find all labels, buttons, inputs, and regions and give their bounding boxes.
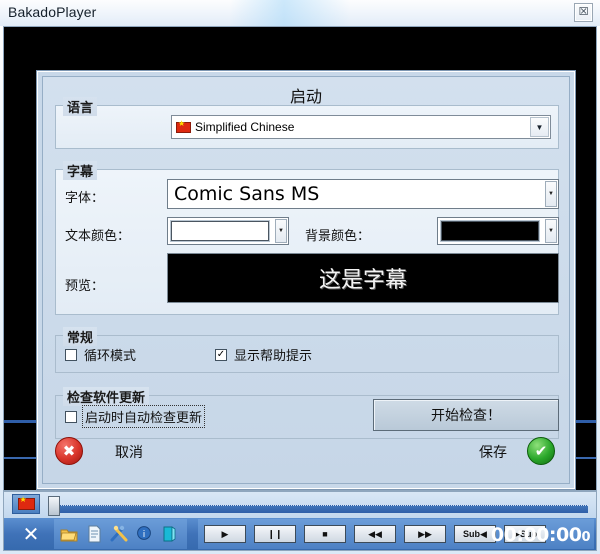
time-extra-digit: 0 <box>581 530 590 545</box>
china-flag-icon <box>176 120 191 133</box>
loop-mode-checkbox[interactable] <box>65 348 77 361</box>
auto-check-checkbox[interactable] <box>65 410 77 423</box>
font-combo-value: Comic Sans MS <box>174 183 320 205</box>
save-check-icon[interactable]: ✔ <box>527 437 555 465</box>
preview-label: 预览： <box>65 278 105 293</box>
update-group-label: 检查软件更新 <box>63 387 150 406</box>
auto-check-checkbox-row[interactable]: 启动时自动检查更新 <box>65 405 206 428</box>
title-bar-glow <box>230 0 350 26</box>
settings-dialog: 启动 语言 Simplified Chinese ▼ 字幕 字体： Comic … <box>36 70 576 490</box>
seek-bar[interactable] <box>48 505 588 513</box>
language-combo-value: Simplified Chinese <box>195 120 295 134</box>
loop-mode-checkbox-row[interactable]: 循环模式 <box>65 345 136 364</box>
dialog-footer: ✖ 取消 保存 ✔ <box>43 425 569 483</box>
chevron-down-icon[interactable]: ▼ <box>530 117 549 137</box>
text-color-swatch <box>171 221 269 241</box>
time-value: 00:00:00 <box>490 524 582 546</box>
chevron-down-icon[interactable]: ▼ <box>545 219 557 243</box>
subtitle-preview: 这是字幕 <box>167 253 559 303</box>
application-window: BakadoPlayer ☒ 启动 语言 Simplified Chinese … <box>0 0 600 554</box>
show-tips-checkbox[interactable]: ✓ <box>215 348 227 361</box>
playback-button-group: ▶ ❙❙ ■ ◀◀ ▶▶ Sub◀ ▶Sub 00:00:000 <box>198 519 594 549</box>
font-combo[interactable]: Comic Sans MS ▼ <box>167 179 559 209</box>
general-group-label: 常规 <box>63 327 98 346</box>
exit-door-icon[interactable] <box>160 525 178 543</box>
tool-icon-group: i <box>54 519 187 549</box>
text-color-combo[interactable]: ▼ <box>167 217 289 245</box>
show-tips-checkbox-row[interactable]: ✓ 显示帮助提示 <box>215 345 312 364</box>
dialog-title: 启动 <box>289 89 322 106</box>
play-button[interactable]: ▶ <box>204 525 246 543</box>
chevron-down-icon[interactable]: ▼ <box>275 219 287 243</box>
window-title: BakadoPlayer <box>8 4 97 20</box>
pause-button[interactable]: ❙❙ <box>254 525 296 543</box>
subtitle-preview-text: 这是字幕 <box>318 268 407 293</box>
forward-button[interactable]: ▶▶ <box>404 525 446 543</box>
auto-check-label: 启动时自动检查更新 <box>81 405 206 428</box>
text-color-label: 文本颜色： <box>65 228 131 243</box>
bg-color-label: 背景颜色： <box>305 228 371 243</box>
subtitle-group-label: 字幕 <box>63 161 98 180</box>
info-icon[interactable]: i <box>135 525 153 543</box>
seek-strip <box>4 492 596 518</box>
title-bar: BakadoPlayer ☒ <box>0 0 600 26</box>
svg-text:i: i <box>143 530 146 540</box>
language-combo[interactable]: Simplified Chinese ▼ <box>171 115 551 139</box>
font-label: 字体： <box>65 190 105 205</box>
save-label[interactable]: 保存 <box>479 442 507 462</box>
cancel-label[interactable]: 取消 <box>115 442 143 462</box>
rewind-button[interactable]: ◀◀ <box>354 525 396 543</box>
show-tips-label: 显示帮助提示 <box>234 348 313 363</box>
bg-color-combo[interactable]: ▼ <box>437 217 559 245</box>
player-control-bar: ✕ <box>3 491 597 551</box>
control-strip: ✕ i ▶ ❙❙ ■ ◀◀ ▶▶ Sub◀ ▶Sub 00:00:000 <box>4 518 596 550</box>
prev-subtitle-button[interactable]: Sub◀ <box>454 525 496 543</box>
chevron-down-icon[interactable]: ▼ <box>545 181 557 207</box>
open-folder-icon[interactable] <box>60 525 78 543</box>
close-icon[interactable]: ☒ <box>574 3 593 22</box>
loop-mode-label: 循环模式 <box>84 348 137 363</box>
seek-handle[interactable] <box>48 496 60 516</box>
china-flag-icon <box>17 496 35 510</box>
document-icon[interactable] <box>85 525 103 543</box>
tools-icon[interactable] <box>110 525 128 543</box>
close-player-button[interactable]: ✕ <box>14 520 48 548</box>
language-flag-button[interactable] <box>12 494 40 514</box>
settings-dialog-inner: 启动 语言 Simplified Chinese ▼ 字幕 字体： Comic … <box>42 76 570 484</box>
time-display: 00:00:000 <box>491 524 590 546</box>
bg-color-swatch <box>441 221 539 241</box>
language-group-label: 语言 <box>63 97 98 116</box>
cancel-x-icon[interactable]: ✖ <box>55 437 83 465</box>
stop-button[interactable]: ■ <box>304 525 346 543</box>
